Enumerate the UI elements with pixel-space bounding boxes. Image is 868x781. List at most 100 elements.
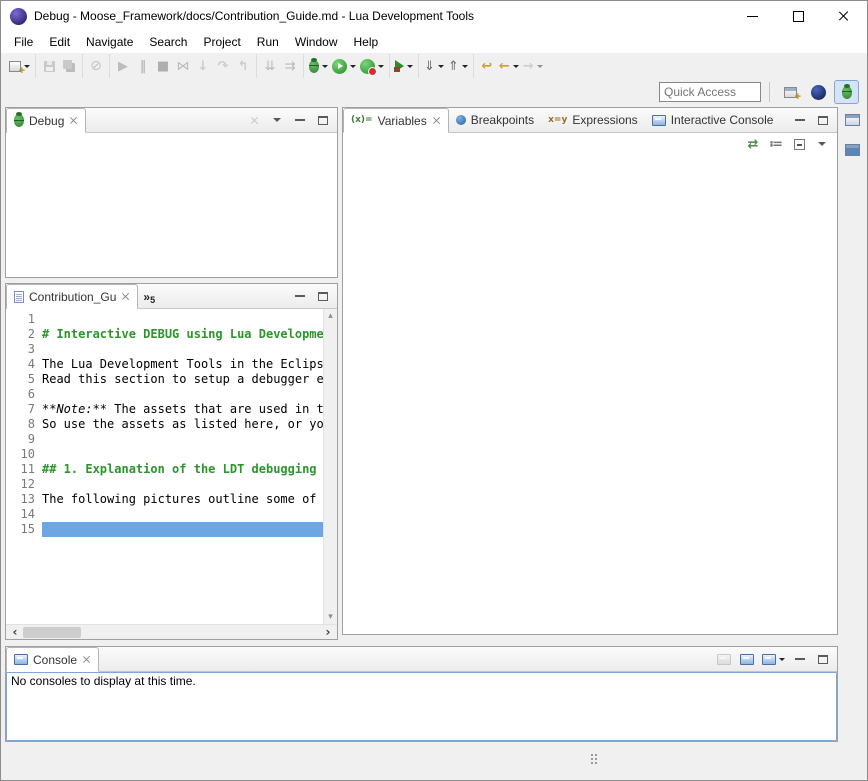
tab-console[interactable]: Console bbox=[6, 647, 99, 672]
run-button[interactable] bbox=[330, 55, 358, 77]
external-tools-button[interactable] bbox=[393, 55, 415, 77]
quick-access-input[interactable] bbox=[659, 82, 761, 102]
tab-label: Console bbox=[33, 653, 77, 667]
tab-expressions[interactable]: x=yExpressions bbox=[541, 108, 645, 132]
editor-tabbar: Contribution_Gu » 5 bbox=[6, 284, 337, 309]
dropdown-arrow-icon[interactable] bbox=[407, 65, 413, 68]
scroll-left-icon[interactable] bbox=[8, 625, 22, 639]
console-message: No consoles to display at this time. bbox=[11, 674, 196, 688]
step-over-button: ↷ bbox=[213, 55, 233, 77]
minimize-button[interactable] bbox=[790, 109, 810, 131]
tab-interactive-console[interactable]: Interactive Console bbox=[645, 108, 781, 132]
tab-debug[interactable]: Debug bbox=[6, 108, 86, 133]
show-type-names-button[interactable]: ≔ bbox=[766, 133, 786, 155]
maximize-window-button[interactable] bbox=[775, 1, 821, 31]
close-icon[interactable] bbox=[121, 292, 130, 301]
close-icon[interactable] bbox=[69, 116, 78, 125]
line-number: 7 bbox=[6, 402, 35, 417]
code-line: Read this section to setup a debugger en… bbox=[42, 372, 323, 387]
close-window-button[interactable] bbox=[821, 1, 867, 31]
last-edit-location-button[interactable]: ↩ bbox=[477, 55, 497, 77]
new-icon bbox=[9, 61, 21, 72]
display-selected-console-button[interactable] bbox=[737, 648, 757, 670]
tab-breakpoints[interactable]: Breakpoints bbox=[449, 108, 541, 132]
collapse-all-button[interactable] bbox=[789, 133, 809, 155]
minimized-view-strip bbox=[838, 109, 866, 161]
lua-perspective-button[interactable] bbox=[806, 80, 831, 104]
close-icon[interactable] bbox=[82, 655, 91, 664]
debug-perspective-button[interactable] bbox=[834, 80, 859, 104]
menu-file[interactable]: File bbox=[6, 32, 41, 52]
line-number: 10 bbox=[6, 447, 35, 462]
line-number-ruler[interactable]: 123456789101112131415 bbox=[6, 309, 42, 624]
drag-handle-icon[interactable] bbox=[591, 754, 593, 756]
editor-body: 123456789101112131415 # Interactive DEBU… bbox=[6, 309, 337, 639]
minimized-view-button[interactable] bbox=[842, 139, 862, 161]
maximize-button[interactable] bbox=[813, 109, 833, 131]
resume-button: ▶ bbox=[113, 55, 133, 77]
view-menu-button[interactable] bbox=[812, 133, 832, 155]
editor-text-area[interactable]: # Interactive DEBUG using Lua Developmen… bbox=[42, 309, 323, 624]
external-tools-icon bbox=[395, 60, 404, 72]
menu-project[interactable]: Project bbox=[195, 32, 248, 52]
menu-run[interactable]: Run bbox=[249, 32, 287, 52]
open-console-button[interactable] bbox=[760, 648, 787, 670]
menu-window[interactable]: Window bbox=[287, 32, 346, 52]
minimized-view-icon bbox=[845, 144, 860, 156]
editor-main: 123456789101112131415 # Interactive DEBU… bbox=[6, 309, 337, 624]
code-line: **Note:** The assets that are used in th… bbox=[42, 402, 323, 417]
dropdown-arrow-icon[interactable] bbox=[322, 65, 328, 68]
save-button bbox=[39, 55, 59, 77]
minimize-window-button[interactable] bbox=[729, 1, 775, 31]
editor-tab-overflow[interactable]: » 5 bbox=[138, 284, 161, 308]
drop-to-frame-icon: ⇊ bbox=[265, 60, 276, 73]
menu-navigate[interactable]: Navigate bbox=[78, 32, 141, 52]
back-button[interactable]: ← bbox=[497, 55, 521, 77]
dropdown-arrow-icon[interactable] bbox=[513, 65, 519, 68]
horizontal-scrollbar[interactable] bbox=[6, 624, 337, 639]
next-annotation-button[interactable]: ⇓ bbox=[422, 55, 446, 77]
new-button[interactable] bbox=[7, 55, 32, 77]
restore-minimized-view-button[interactable] bbox=[842, 109, 862, 131]
menu-edit[interactable]: Edit bbox=[41, 32, 78, 52]
debug-button[interactable] bbox=[307, 55, 330, 77]
scroll-up-icon[interactable] bbox=[324, 310, 337, 322]
minimize-button[interactable] bbox=[290, 109, 310, 131]
maximize-button[interactable] bbox=[313, 285, 333, 307]
view-menu-button[interactable] bbox=[267, 109, 287, 131]
open-perspective-button[interactable] bbox=[778, 80, 803, 104]
dropdown-arrow-icon[interactable] bbox=[378, 65, 384, 68]
save-all-button bbox=[59, 55, 79, 77]
minimize-button[interactable] bbox=[790, 648, 810, 670]
menu-search[interactable]: Search bbox=[141, 32, 195, 52]
breakpoints-icon-icon bbox=[456, 115, 466, 125]
vertical-scrollbar[interactable] bbox=[323, 309, 337, 624]
previous-annotation-button[interactable]: ⇑ bbox=[446, 55, 470, 77]
minimize-button[interactable] bbox=[290, 285, 310, 307]
debug-perspective-icon bbox=[842, 86, 852, 99]
menu-help[interactable]: Help bbox=[346, 32, 387, 52]
dropdown-arrow-icon[interactable] bbox=[350, 65, 356, 68]
maximize-button[interactable] bbox=[313, 109, 333, 131]
dropdown-arrow-icon[interactable] bbox=[462, 65, 468, 68]
scroll-right-icon[interactable] bbox=[321, 625, 335, 639]
code-line bbox=[42, 432, 323, 447]
suspend-icon: ‖ bbox=[140, 60, 147, 73]
toolbar-group bbox=[4, 54, 36, 78]
close-icon[interactable] bbox=[432, 116, 441, 125]
minimize-icon bbox=[295, 119, 305, 121]
interactive-console-icon-icon bbox=[652, 115, 666, 126]
drop-to-frame-button: ⇊ bbox=[260, 55, 280, 77]
line-number: 1 bbox=[6, 312, 35, 327]
dropdown-arrow-icon[interactable] bbox=[438, 65, 444, 68]
scroll-down-icon[interactable] bbox=[324, 611, 337, 623]
scrollbar-thumb[interactable] bbox=[23, 627, 81, 638]
show-logical-structures-button[interactable]: ⇄ bbox=[743, 133, 763, 155]
profile-button[interactable] bbox=[358, 55, 386, 77]
maximize-button[interactable] bbox=[813, 648, 833, 670]
dropdown-arrow-icon[interactable] bbox=[779, 658, 785, 661]
dropdown-arrow-icon bbox=[537, 65, 543, 68]
tab-contribution-guide[interactable]: Contribution_Gu bbox=[6, 284, 138, 309]
tab-variables[interactable]: (x)=Variables bbox=[343, 108, 449, 133]
maximize-icon bbox=[818, 116, 828, 125]
